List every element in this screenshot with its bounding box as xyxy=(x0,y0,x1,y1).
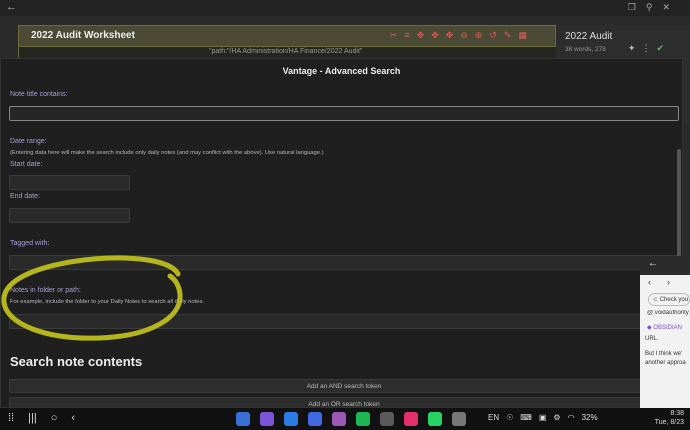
pin-icon[interactable]: ⚲ xyxy=(646,2,653,13)
start-date-label: Start date: xyxy=(10,161,43,168)
tool-icon[interactable]: ✎ xyxy=(504,30,512,41)
tool-icon[interactable]: ▦ xyxy=(518,30,527,41)
more-icon[interactable]: ⋮ xyxy=(641,43,650,54)
taskbar-app-icon[interactable] xyxy=(260,412,274,426)
settings-icon[interactable]: ⚙ xyxy=(553,413,560,422)
date: Tue, 8/23 xyxy=(654,419,684,426)
tool-icon[interactable]: ⊖ xyxy=(460,30,468,41)
tool-icon[interactable]: ≡ xyxy=(404,30,409,41)
back-icon[interactable]: ‹ xyxy=(71,412,75,424)
date-range-label: Date range: xyxy=(10,138,47,145)
tool-icon[interactable]: ✂ xyxy=(390,30,398,41)
recents-icon[interactable]: ||| xyxy=(28,412,37,424)
home-icon[interactable]: ○ xyxy=(51,412,58,424)
copy-icon[interactable]: ❐ xyxy=(628,2,636,13)
top-system-bar: ← ❐ ⚲ ✕ xyxy=(0,0,690,16)
taskbar-app-icon[interactable] xyxy=(380,412,394,426)
tool-icon[interactable]: ✥ xyxy=(417,30,425,41)
taskbar: ⁞⁞ ||| ○ ‹ EN ☉ ⌨ ▣ ⚙ ◠ 32% 8:38 Tue, 8/… xyxy=(0,408,690,430)
app-drawer-icon[interactable]: ⁞⁞ xyxy=(8,412,14,424)
note-title-label: Note title contains: xyxy=(10,91,68,98)
user-handle: @ voidauthority xyxy=(647,310,689,316)
tagged-with-label: Tagged with: xyxy=(10,240,50,247)
taskbar-apps xyxy=(236,412,466,426)
note-title-input[interactable] xyxy=(9,106,679,121)
pin-icon[interactable]: ✦ xyxy=(628,43,636,54)
time: 8:38 xyxy=(670,410,684,417)
taskbar-app-icon[interactable] xyxy=(404,412,418,426)
advanced-search-modal: Vantage - Advanced Search Note title con… xyxy=(0,58,683,408)
taskbar-app-icon[interactable] xyxy=(284,412,298,426)
floating-chat-panel: ← ‹ › ⊂ Check you @ voidauthority ◆ OBSI… xyxy=(640,256,690,408)
note-toolbar: ✂ ≡ ✥ ✥ ✥ ⊖ ⊕ ↺ ✎ ▦ xyxy=(390,30,527,41)
tool-icon[interactable]: ✥ xyxy=(446,30,454,41)
start-date-input[interactable] xyxy=(9,175,130,190)
keyboard-icon[interactable]: ⌨ xyxy=(520,413,532,422)
folder-path-description: For example, include the folder to your … xyxy=(10,299,204,305)
add-or-token-button[interactable]: Add an OR search token xyxy=(9,397,679,407)
wifi-icon: ◠ xyxy=(567,413,575,422)
tool-icon[interactable]: ⊕ xyxy=(475,30,483,41)
taskbar-app-icon[interactable] xyxy=(452,412,466,426)
obsidian-brand: ◆ OBSIDIAN xyxy=(647,325,682,331)
chevron-right-icon[interactable]: › xyxy=(667,277,670,290)
check-button[interactable]: ⊂ Check you xyxy=(648,293,690,306)
taskbar-app-icon[interactable] xyxy=(332,412,346,426)
folder-path-input[interactable] xyxy=(9,314,679,329)
tagged-with-input[interactable] xyxy=(9,255,679,270)
accessibility-icon[interactable]: ☉ xyxy=(506,413,513,422)
taskbar-app-icon[interactable] xyxy=(356,412,370,426)
path-text: "path:"/HA Administration/HA Finance/202… xyxy=(209,48,363,55)
clock: 8:38 Tue, 8/23 xyxy=(655,409,684,427)
end-date-label: End date: xyxy=(10,193,40,200)
taskbar-app-icon[interactable] xyxy=(236,412,250,426)
date-range-description: (Entering data here will make the search… xyxy=(10,150,324,156)
tool-icon[interactable]: ✥ xyxy=(431,30,439,41)
screenshot-icon[interactable]: ▣ xyxy=(539,413,547,422)
taskbar-app-icon[interactable] xyxy=(308,412,322,426)
end-date-input[interactable] xyxy=(9,208,130,223)
back-arrow-icon[interactable]: ← xyxy=(6,1,17,13)
note-header: 2022 Audit Worksheet ✂ ≡ ✥ ✥ ✥ ⊖ ⊕ ↺ ✎ ▦ xyxy=(18,25,556,47)
add-and-token-button[interactable]: Add an AND search token xyxy=(9,379,679,393)
battery-level: 32% xyxy=(581,413,598,422)
right-panel-title: 2022 Audit xyxy=(565,31,613,42)
tool-icon[interactable]: ↺ xyxy=(489,30,497,41)
taskbar-app-icon[interactable] xyxy=(428,412,442,426)
chevron-left-icon[interactable]: ‹ xyxy=(648,277,651,290)
modal-title: Vantage - Advanced Search xyxy=(282,66,401,76)
url-fragment: URL. xyxy=(645,336,659,342)
language-indicator[interactable]: EN xyxy=(488,413,499,422)
search-contents-heading: Search note contents xyxy=(10,354,143,369)
folder-path-label: Notes in folder or path: xyxy=(10,287,81,294)
word-count: 38 words, 278 xyxy=(565,46,606,53)
check-circle-icon[interactable]: ✔ xyxy=(656,43,664,54)
chat-message: But I think we' another approa xyxy=(645,351,686,366)
close-icon[interactable]: ✕ xyxy=(662,2,670,13)
note-title: 2022 Audit Worksheet xyxy=(31,30,135,41)
back-arrow-icon[interactable]: ← xyxy=(648,258,658,269)
